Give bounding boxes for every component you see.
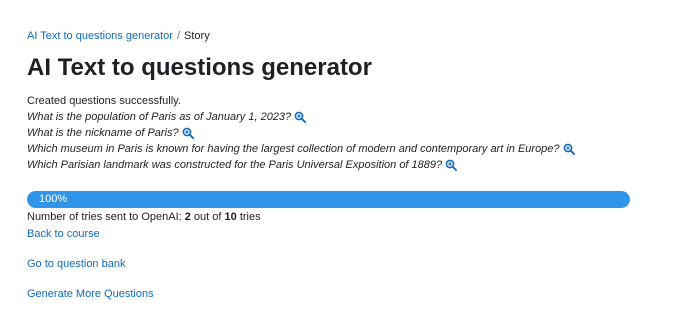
question-list: What is the population of Paris as of Ja… — [27, 109, 575, 173]
status-message: Created questions successfully. — [27, 95, 181, 107]
tries-total: 10 — [224, 211, 237, 223]
question-text: What is the nickname of Paris? — [27, 127, 179, 139]
breadcrumb-link-generator[interactable]: AI Text to questions generator — [27, 30, 173, 42]
back-to-course-link[interactable]: Back to course — [27, 227, 100, 241]
breadcrumb: AI Text to questions generator / Story — [27, 29, 210, 43]
tries-middle: out of — [190, 211, 225, 223]
tries-prefix: Number of tries sent to OpenAI: — [27, 211, 185, 223]
page-title: AI Text to questions generator — [27, 54, 372, 81]
progress-bar: 100% — [27, 191, 630, 208]
magnifier-zoom-icon[interactable] — [563, 143, 575, 155]
tries-suffix: tries — [236, 211, 261, 223]
question-item: Which Parisian landmark was constructed … — [27, 157, 575, 173]
question-item: What is the nickname of Paris? — [27, 125, 575, 141]
question-bank-link[interactable]: Go to question bank — [27, 257, 125, 271]
tries-counter: Number of tries sent to OpenAI: 2 out of… — [27, 210, 261, 224]
progress-track: 100% — [27, 191, 630, 208]
generate-more-questions-link[interactable]: Generate More Questions — [27, 287, 154, 301]
breadcrumb-current: Story — [184, 30, 210, 42]
breadcrumb-separator: / — [176, 30, 181, 42]
question-text: Which Parisian landmark was constructed … — [27, 159, 443, 171]
magnifier-zoom-icon[interactable] — [445, 159, 458, 171]
question-item: Which museum in Paris is known for havin… — [27, 141, 575, 157]
question-text: What is the population of Paris as of Ja… — [27, 111, 292, 123]
question-item: What is the population of Paris as of Ja… — [27, 109, 575, 125]
magnifier-zoom-icon[interactable] — [294, 111, 307, 123]
question-text: Which museum in Paris is known for havin… — [27, 143, 560, 155]
magnifier-zoom-icon[interactable] — [182, 127, 194, 139]
